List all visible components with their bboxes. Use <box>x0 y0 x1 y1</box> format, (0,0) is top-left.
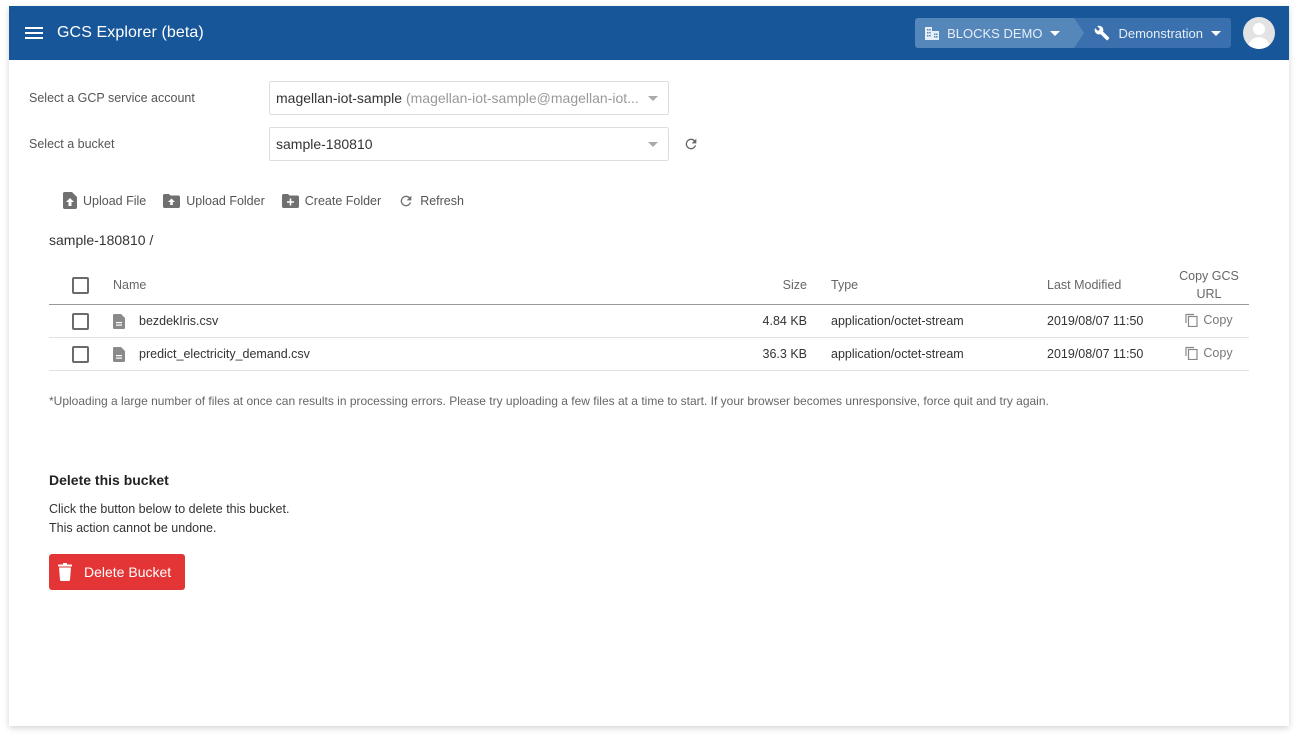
create-folder-label: Create Folder <box>304 193 382 208</box>
header-size[interactable]: Size <box>691 278 831 292</box>
delete-bucket-button[interactable]: Delete Bucket <box>49 554 185 590</box>
delete-section-line2: This action cannot be undone. <box>49 521 217 535</box>
table-header: Name Size Type Last Modified Copy GCS UR… <box>49 266 1249 305</box>
delete-bucket-section: Delete this bucket Click the button belo… <box>49 472 289 590</box>
service-account-row: Select a GCP service account magellan-io… <box>29 81 669 115</box>
dropdown-arrow-icon <box>648 141 658 147</box>
copy-url-button[interactable]: Copy <box>1185 344 1233 362</box>
row-checkbox[interactable] <box>72 312 89 330</box>
bucket-value: sample-180810 <box>276 136 373 152</box>
file-name[interactable]: bezdekIris.csv <box>139 314 218 328</box>
refresh-buckets-icon[interactable] <box>683 136 699 152</box>
select-all-checkbox[interactable] <box>72 276 89 294</box>
copy-url-button[interactable]: Copy <box>1185 311 1233 329</box>
table-row[interactable]: predict_electricity_demand.csv 36.3 KB a… <box>49 338 1249 371</box>
service-account-detail: (magellan-iot-sample@magellan-iot... <box>405 90 639 106</box>
org-selector[interactable]: BLOCKS DEMO <box>915 18 1085 48</box>
service-account-select[interactable]: magellan-iot-sample (magellan-iot-sample… <box>269 81 669 115</box>
copy-icon <box>1185 346 1199 360</box>
bucket-label: Select a bucket <box>29 137 115 151</box>
file-name[interactable]: predict_electricity_demand.csv <box>139 347 310 361</box>
bucket-row: Select a bucket sample-180810 <box>29 127 699 161</box>
service-account-value: magellan-iot-sample <box>276 90 403 106</box>
delete-bucket-label: Delete Bucket <box>84 564 172 580</box>
trash-icon <box>58 563 72 581</box>
delete-section-line1: Click the button below to delete this bu… <box>49 502 290 516</box>
chevron-down-icon <box>1211 30 1221 36</box>
hamburger-menu-icon[interactable] <box>25 26 43 40</box>
upload-file-button[interactable]: Upload File <box>63 192 146 209</box>
service-account-label: Select a GCP service account <box>29 91 195 105</box>
current-path: sample-180810 / <box>49 232 154 248</box>
header-copy-url: Copy GCS URL <box>1179 269 1239 301</box>
upload-file-label: Upload File <box>83 193 147 208</box>
dropdown-arrow-icon <box>648 95 658 101</box>
upload-warning-note: *Uploading a large number of files at on… <box>49 394 1049 408</box>
bucket-select[interactable]: sample-180810 <box>269 127 669 161</box>
delete-section-title: Delete this bucket <box>49 472 169 488</box>
user-avatar[interactable] <box>1243 17 1275 49</box>
create-folder-icon <box>281 193 299 208</box>
chevron-down-icon <box>1050 30 1061 36</box>
upload-folder-icon <box>163 193 181 208</box>
file-size: 36.3 KB <box>762 347 807 361</box>
upload-folder-button[interactable]: Upload Folder <box>163 193 265 208</box>
project-label: Demonstration <box>1118 25 1203 41</box>
copy-label: Copy <box>1203 345 1233 360</box>
copy-icon <box>1185 313 1199 327</box>
create-folder-button[interactable]: Create Folder <box>281 193 382 208</box>
table-row[interactable]: bezdekIris.csv 4.84 KB application/octet… <box>49 305 1249 338</box>
header-name[interactable]: Name <box>113 278 691 292</box>
file-table: Name Size Type Last Modified Copy GCS UR… <box>49 266 1249 371</box>
building-icon <box>925 26 940 40</box>
org-label: BLOCKS DEMO <box>947 25 1043 41</box>
refresh-icon <box>398 193 414 209</box>
upload-folder-label: Upload Folder <box>186 193 265 208</box>
app-window: GCS Explorer (beta) BLOCKS DEMO Demonstr… <box>9 6 1289 726</box>
project-selector[interactable]: Demonstration <box>1074 18 1231 48</box>
refresh-label: Refresh <box>420 193 464 208</box>
copy-label: Copy <box>1203 312 1233 327</box>
org-project-breadcrumb: BLOCKS DEMO Demonstration <box>915 18 1231 48</box>
upload-file-icon <box>63 192 77 209</box>
refresh-button[interactable]: Refresh <box>398 193 464 209</box>
file-icon <box>113 313 125 329</box>
file-type: application/octet-stream <box>831 314 964 328</box>
header-type[interactable]: Type <box>831 278 1047 292</box>
file-size: 4.84 KB <box>762 314 807 328</box>
app-title: GCS Explorer (beta) <box>57 24 204 41</box>
top-bar: GCS Explorer (beta) BLOCKS DEMO Demonstr… <box>9 6 1289 60</box>
wrench-icon <box>1094 25 1110 41</box>
file-type: application/octet-stream <box>831 347 964 361</box>
row-checkbox[interactable] <box>72 345 89 363</box>
file-icon <box>113 346 125 362</box>
header-last-modified[interactable]: Last Modified <box>1047 278 1169 292</box>
file-modified: 2019/08/07 11:50 <box>1047 347 1144 361</box>
file-toolbar: Upload File Upload Folder Create Folder … <box>63 192 481 209</box>
file-modified: 2019/08/07 11:50 <box>1047 314 1144 328</box>
